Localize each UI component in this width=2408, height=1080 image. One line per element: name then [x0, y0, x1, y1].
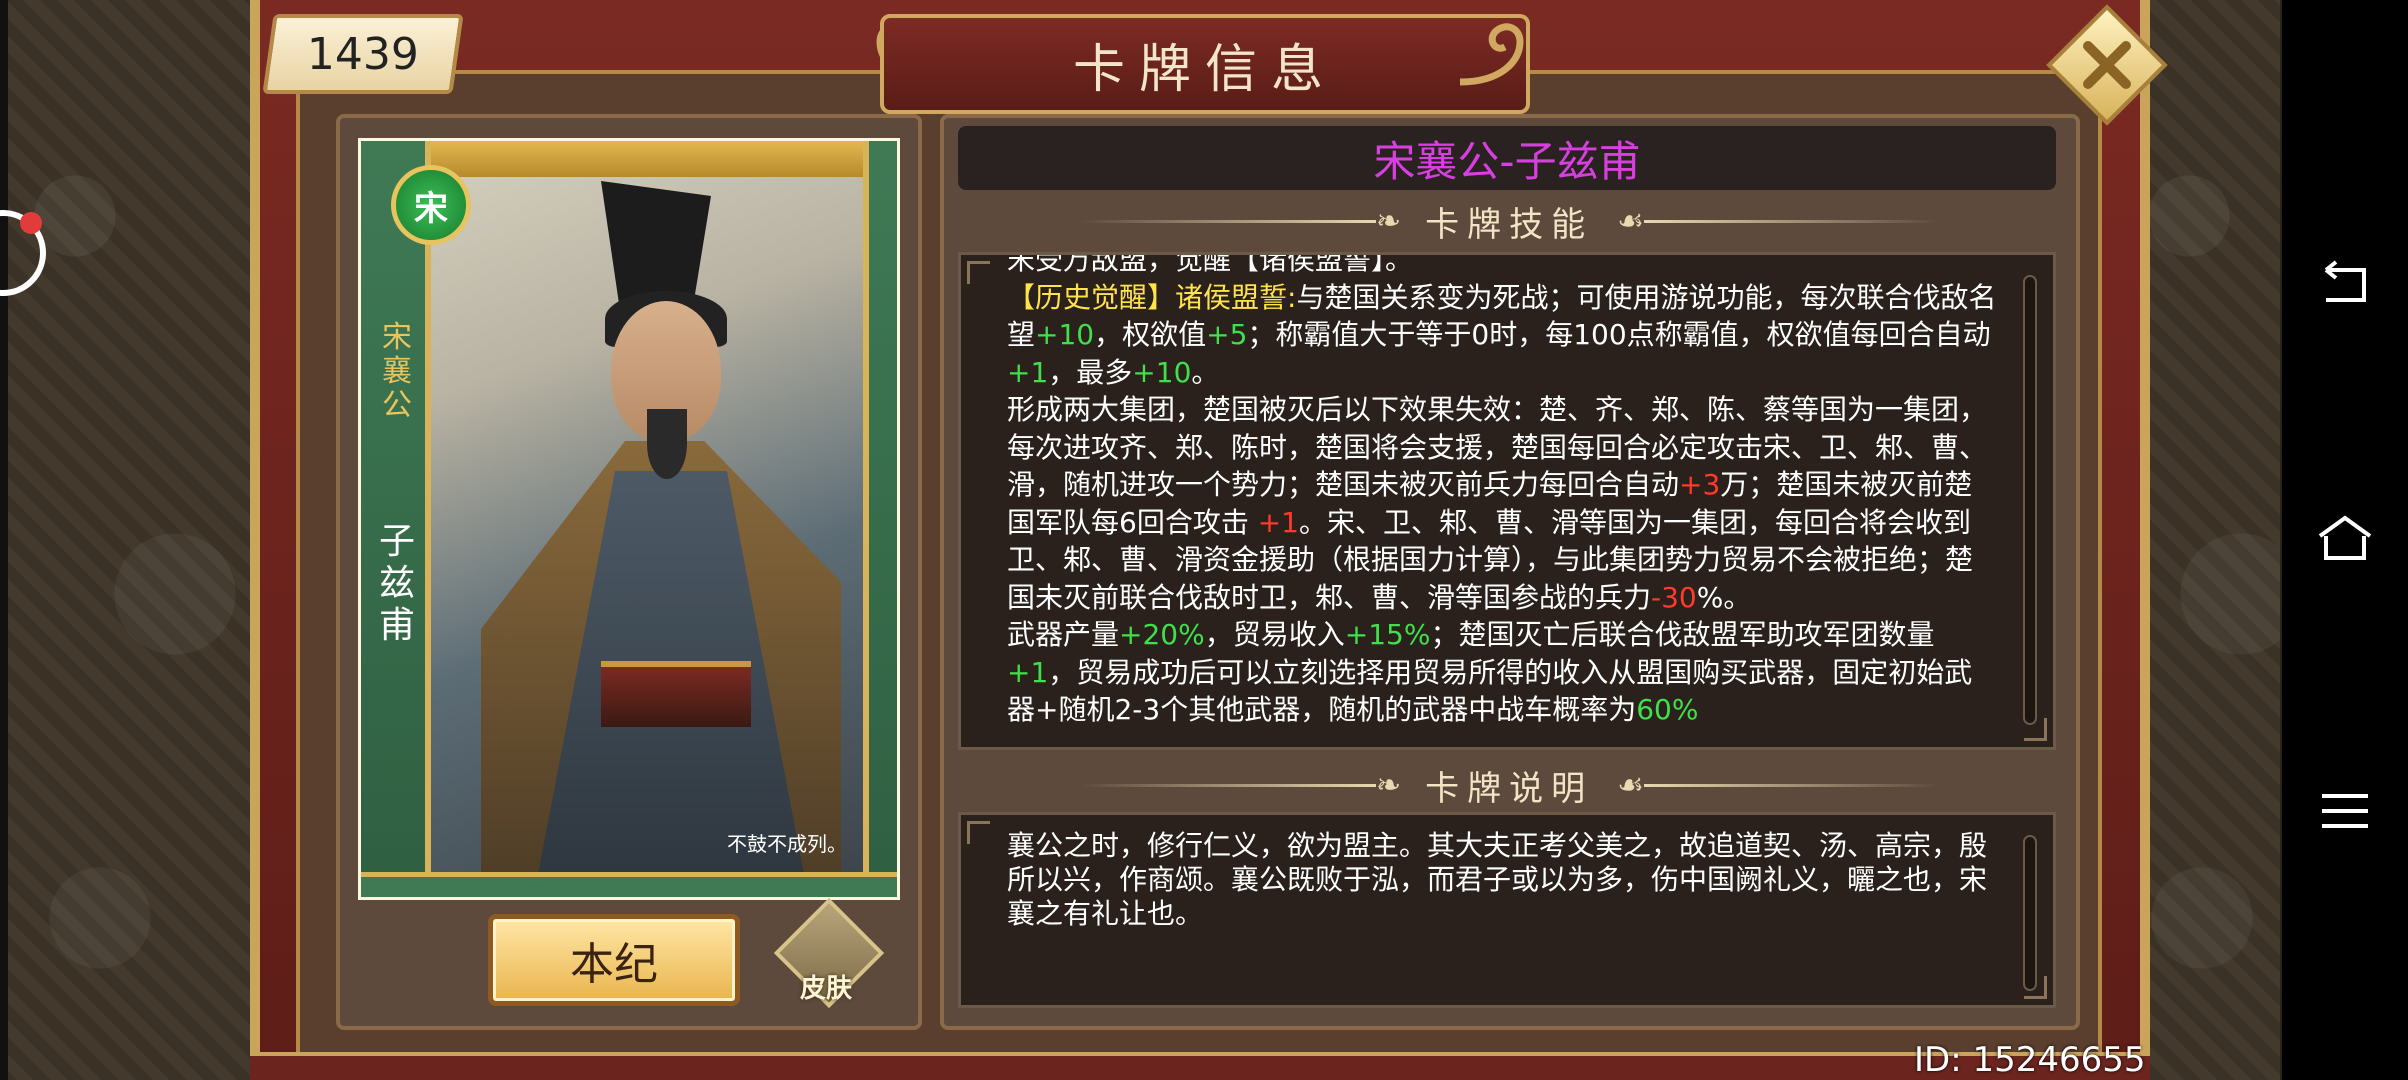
background-right — [2150, 0, 2280, 1080]
title-banner: 卡牌信息 — [880, 14, 1530, 114]
skill-bonus: +3 — [1679, 468, 1721, 501]
skill-text: ，贸易成功后可以立刻选择用贸易所得的收入从盟国购买武器，固定初始武器+随机2-3… — [1007, 655, 1973, 727]
swirl-ornament-icon: ❧ — [1375, 767, 1402, 803]
skill-text: %。 — [1696, 580, 1752, 614]
desc-section-header: ❧ 卡牌说明 ☙ — [1080, 760, 1941, 810]
swirl-ornament-icon: ☙ — [1617, 767, 1645, 803]
swirl-ornament-icon: ❧ — [1375, 203, 1402, 239]
close-button[interactable] — [2046, 4, 2168, 126]
desc-section-title: 卡牌说明 — [1425, 768, 1594, 809]
back-icon[interactable] — [2312, 252, 2378, 318]
skill-text: ；称霸值大于等于0时，每100点称霸值，权欲值每回合自动 — [1247, 318, 1991, 351]
card-counter-badge: 1439 — [262, 14, 464, 94]
skin-button[interactable]: 皮肤 — [773, 897, 885, 1009]
skills-text-box[interactable]: 宋受万敌盟，觉醒【诸侯盟誓】。 【历史觉醒】诸侯盟誓:与楚国关系变为死战；可使用… — [958, 252, 2056, 750]
skill-bonus: +5 — [1206, 318, 1248, 351]
card-side-name: 子兹甫 — [378, 521, 415, 646]
description-scrollbar[interactable] — [2023, 835, 2037, 991]
system-nav-bar — [2282, 0, 2408, 1080]
skill-bonus: +20% — [1119, 618, 1205, 651]
skill-text: ，贸易收入 — [1204, 618, 1345, 651]
skill-bonus: 60% — [1636, 693, 1699, 726]
skills-text: 宋受万敌盟，觉醒【诸侯盟誓】。 【历史觉醒】诸侯盟誓:与楚国关系变为死战；可使用… — [1007, 252, 1997, 729]
benji-button-label: 本纪 — [570, 939, 658, 990]
divider — [1080, 219, 1376, 223]
card-side-title: 宋襄公 — [382, 320, 412, 423]
skill-text: 武器产量 — [1007, 618, 1120, 651]
skill-bloc-paragraph: 形成两大集团，楚国被灭后以下效果失效：楚、齐、郑、陈、蔡等国为一集团，每次进攻齐… — [1007, 391, 1997, 616]
skill-awaken-name: 诸侯盟誓: — [1175, 280, 1297, 314]
divider — [1080, 783, 1376, 787]
skill-bonus: +10 — [1132, 355, 1192, 389]
skill-bonus: +1 — [1007, 355, 1049, 389]
portrait-belt — [601, 661, 751, 727]
swirl-ornament-icon: ☙ — [1617, 203, 1645, 239]
notification-dot — [20, 212, 42, 234]
skill-bonus: +1 — [1007, 655, 1049, 689]
portrait-beard — [647, 409, 687, 479]
divider — [1644, 783, 1941, 787]
general-name: 宋襄公-子兹甫 — [1373, 136, 1641, 186]
skills-scrollbar[interactable] — [2023, 275, 2037, 725]
background-left — [0, 0, 250, 1080]
dialog-bottom-border — [250, 1052, 2150, 1080]
card-counter-value: 1439 — [307, 28, 419, 80]
skill-bonus: +10 — [1035, 318, 1095, 351]
divider — [1644, 219, 1941, 223]
skill-text: ，最多 — [1048, 355, 1133, 389]
description-text: 襄公之时，修行仁义，欲为盟主。其大夫正考父美之，故追道契、汤、高宗，殷所以兴，作… — [1007, 829, 1988, 930]
skill-text: 。 — [1191, 355, 1220, 389]
corner-ornament — [967, 261, 990, 284]
general-card-portrait: 宋 宋襄公 子兹甫 不鼓不成列。 — [358, 138, 900, 900]
skill-bonus: +15% — [1344, 618, 1431, 651]
skill-awaken-paragraph: 【历史觉醒】诸侯盟誓:与楚国关系变为死战；可使用游说功能，每次联合伐敌名望+10… — [1007, 279, 1997, 392]
skills-section-title: 卡牌技能 — [1425, 204, 1594, 245]
card-bottom-border — [361, 872, 897, 897]
menu-icon[interactable] — [2312, 778, 2378, 844]
page-title: 卡牌信息 — [1072, 39, 1337, 100]
skill-awaken-tag: 【历史觉醒】 — [1007, 280, 1176, 314]
general-name-bar: 宋襄公-子兹甫 — [958, 126, 2056, 190]
corner-ornament — [967, 821, 990, 844]
skill-text: ；楚国灭亡后联合伐敌盟军助攻军团数量 — [1430, 618, 1935, 651]
screen-edge — [0, 0, 8, 1080]
close-icon — [2083, 41, 2131, 89]
skill-clipped-line: 宋受万敌盟，觉醒【诸侯盟誓】。 — [1007, 252, 1414, 276]
skill-penalty: -30 — [1651, 580, 1697, 614]
user-id: ID: 15246655 — [1914, 1040, 2146, 1080]
card-right-border — [863, 141, 897, 897]
card-left-border — [361, 141, 431, 897]
scroll-ornament-right-icon — [1459, 23, 1524, 86]
skin-button-label: 皮肤 — [799, 974, 852, 1004]
description-text-box[interactable]: 襄公之时，修行仁义，欲为盟主。其大夫正考父美之，故追道契、汤、高宗，殷所以兴，作… — [958, 812, 2056, 1008]
skill-bonus: +1 — [1257, 505, 1299, 539]
skill-text: ，权欲值 — [1094, 318, 1207, 351]
skill-weapon-paragraph: 武器产量+20%，贸易收入+15%；楚国灭亡后联合伐敌盟军助攻军团数量 +1，贸易… — [1007, 616, 1997, 729]
skills-section-header: ❧ 卡牌技能 ☙ — [1080, 196, 1941, 246]
home-icon[interactable] — [2312, 506, 2378, 572]
benji-button[interactable]: 本纪 — [488, 914, 740, 1006]
card-motto: 不鼓不成列。 — [727, 832, 847, 856]
nation-badge: 宋 — [391, 165, 471, 245]
